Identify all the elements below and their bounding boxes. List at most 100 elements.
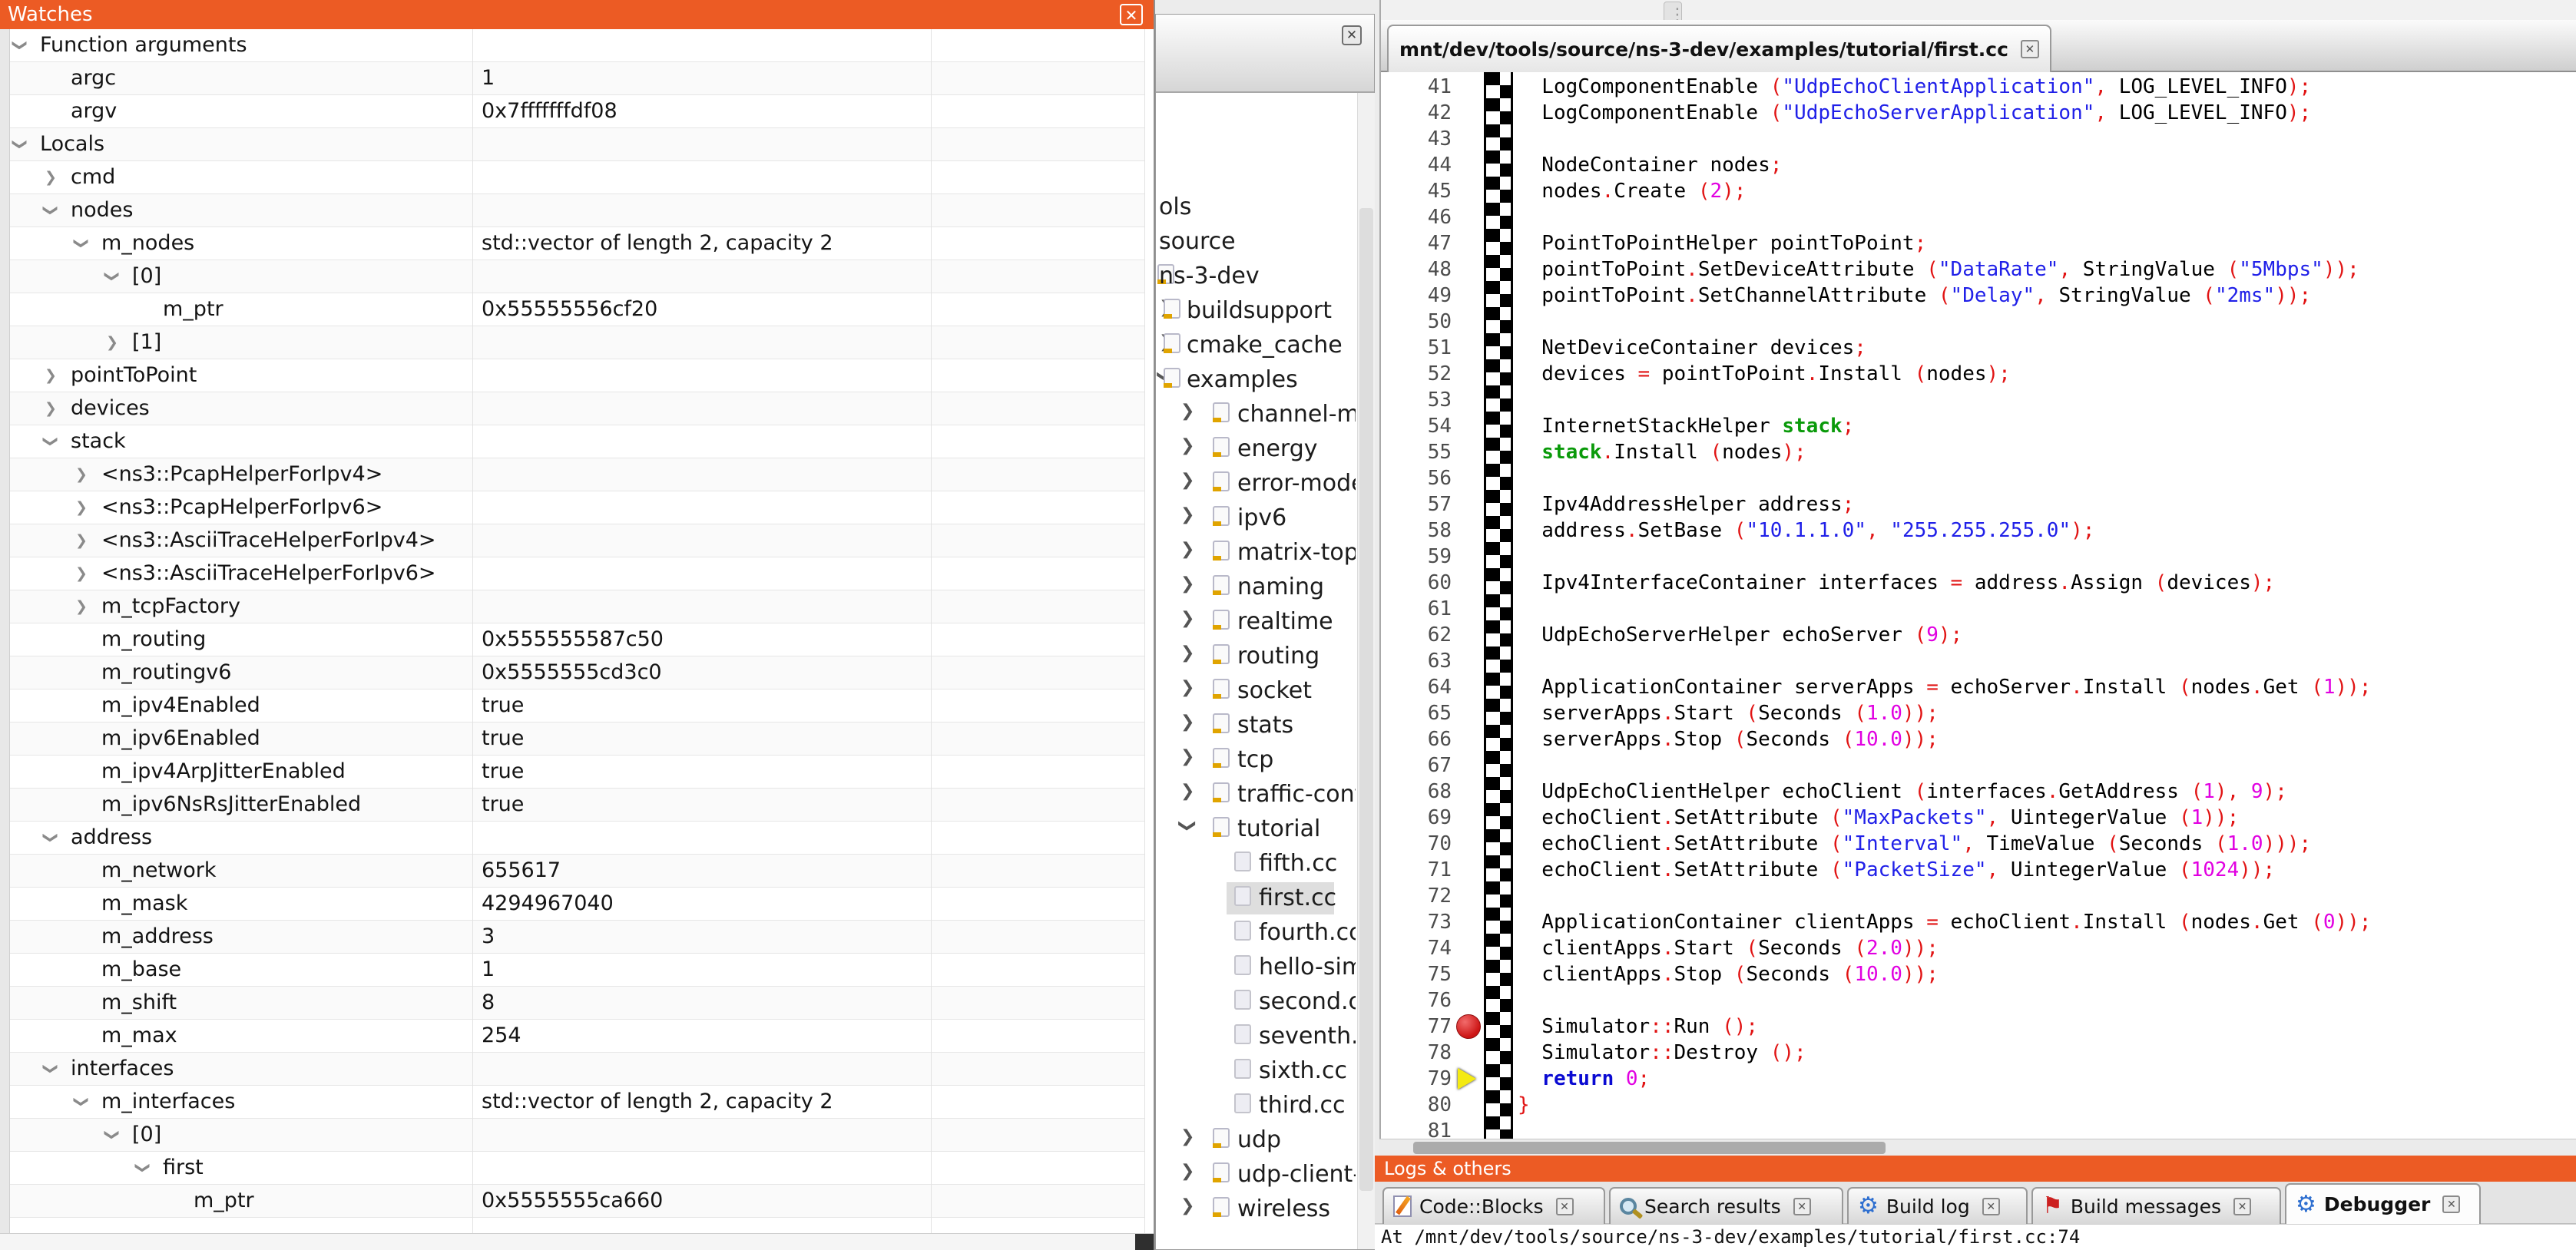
tree-item-ols[interactable]: ols: [1156, 191, 1356, 223]
watch-row[interactable]: ❯m_interfacesstd::vector of length 2, ca…: [9, 1086, 1144, 1119]
tree-item-realtime[interactable]: ❯realtime: [1156, 606, 1356, 638]
watch-row[interactable]: argv0x7fffffffdf08: [9, 95, 1144, 128]
line-number[interactable]: 52: [1381, 361, 1452, 387]
tree-item-cmake-cache[interactable]: ❯cmake_cache: [1156, 329, 1356, 362]
breakpoint-margin[interactable]: [1484, 72, 1513, 1139]
watch-row[interactable]: ❯<ns3::AsciiTraceHelperForIpv6>: [9, 557, 1144, 590]
chevron-collapsed-icon[interactable]: ❯: [1180, 678, 1194, 697]
chevron-expanded-icon[interactable]: ❯: [35, 204, 67, 217]
watches-close-icon[interactable]: ✕: [1120, 4, 1143, 25]
chevron-collapsed-icon[interactable]: ❯: [1180, 782, 1194, 801]
line-number[interactable]: 74: [1381, 935, 1452, 961]
tree-item-udp[interactable]: ❯udp: [1156, 1124, 1356, 1156]
code-line[interactable]: NetDeviceContainer devices;: [1518, 335, 1866, 361]
line-number[interactable]: 51: [1381, 335, 1452, 361]
watch-row[interactable]: m_address3: [9, 921, 1144, 954]
code-line[interactable]: echoClient.SetAttribute ("PacketSize", U…: [1518, 857, 2275, 883]
watch-row[interactable]: m_ipv4ArpJitterEnabledtrue: [9, 756, 1144, 789]
code-line[interactable]: pointToPoint.SetChannelAttribute ("Delay…: [1518, 283, 2311, 309]
line-number[interactable]: 81: [1381, 1118, 1452, 1139]
logs-tab-build-log[interactable]: ⚙Build log✕: [1847, 1187, 2028, 1224]
code-line[interactable]: serverApps.Start (Seconds (1.0));: [1518, 700, 1939, 726]
line-number[interactable]: 79: [1381, 1066, 1452, 1092]
watches-left-scroll-strip[interactable]: [0, 29, 10, 1233]
code-line[interactable]: nodes.Create (2);: [1518, 178, 1746, 204]
code-line[interactable]: devices = pointToPoint.Install (nodes);: [1518, 361, 2011, 387]
line-number[interactable]: 42: [1381, 100, 1452, 126]
tab-close-icon[interactable]: ✕: [1793, 1198, 1811, 1215]
chevron-collapsed-icon[interactable]: ❯: [45, 392, 57, 425]
chevron-collapsed-icon[interactable]: ❯: [1180, 643, 1194, 663]
line-number[interactable]: 69: [1381, 805, 1452, 831]
chevron-collapsed-icon[interactable]: ❯: [1180, 540, 1194, 559]
watch-row[interactable]: ❯[1]: [9, 326, 1144, 359]
tree-item-sixth-cc[interactable]: sixth.cc: [1156, 1055, 1356, 1087]
line-number[interactable]: 48: [1381, 256, 1452, 283]
tree-item-source[interactable]: source: [1156, 226, 1356, 258]
code-line[interactable]: stack.Install (nodes);: [1518, 439, 1806, 465]
tree-item-tutorial[interactable]: ❯tutorial: [1156, 813, 1356, 845]
chevron-expanded-icon[interactable]: ❯: [1178, 818, 1197, 832]
tree-item-socket[interactable]: ❯socket: [1156, 675, 1356, 707]
watch-row[interactable]: m_ipv6NsRsJitterEnabledtrue: [9, 789, 1144, 822]
watch-row[interactable]: ❯m_tcpFactory: [9, 590, 1144, 623]
watch-row[interactable]: m_network655617: [9, 855, 1144, 888]
watch-row[interactable]: ❯interfaces: [9, 1053, 1144, 1086]
chevron-expanded-icon[interactable]: ❯: [96, 1129, 128, 1141]
tree-item-ns-3-dev[interactable]: ns-3-dev: [1156, 260, 1356, 293]
code-line[interactable]: UdpEchoClientHelper echoClient (interfac…: [1518, 779, 2287, 805]
projects-scrollbar-thumb[interactable]: [1359, 208, 1373, 1191]
line-number[interactable]: 68: [1381, 779, 1452, 805]
tree-item-error-model[interactable]: ❯error-model: [1156, 468, 1356, 500]
watches-titlebar[interactable]: Watches: [0, 0, 1154, 29]
tab-close-icon[interactable]: ✕: [1982, 1198, 2000, 1215]
chevron-collapsed-icon[interactable]: ❯: [1180, 713, 1194, 732]
watches-horizontal-scrollbar[interactable]: [0, 1233, 1154, 1250]
line-number[interactable]: 55: [1381, 439, 1452, 465]
line-number[interactable]: 73: [1381, 909, 1452, 935]
watch-row[interactable]: ❯<ns3::AsciiTraceHelperForIpv4>: [9, 524, 1144, 557]
chevron-expanded-icon[interactable]: ❯: [35, 435, 67, 448]
code-line[interactable]: PointToPointHelper pointToPoint;: [1518, 230, 1926, 256]
chevron-collapsed-icon[interactable]: ❯: [1180, 505, 1194, 524]
tree-item-naming[interactable]: ❯naming: [1156, 571, 1356, 604]
watches-scrollbar-thumb[interactable]: [1135, 1234, 1154, 1250]
line-number[interactable]: 47: [1381, 230, 1452, 256]
code-line[interactable]: Ipv4InterfaceContainer interfaces = addr…: [1518, 570, 2275, 596]
tree-item-fifth-cc[interactable]: fifth.cc: [1156, 848, 1356, 880]
watch-row[interactable]: ❯address: [9, 822, 1144, 855]
line-number[interactable]: 80: [1381, 1092, 1452, 1118]
code-line[interactable]: Ipv4AddressHelper address;: [1518, 491, 1854, 518]
watch-row[interactable]: ❯<ns3::PcapHelperForIpv6>: [9, 491, 1144, 524]
watch-row[interactable]: ❯first: [9, 1152, 1144, 1185]
watch-row[interactable]: ❯pointToPoint: [9, 359, 1144, 392]
code-line[interactable]: ApplicationContainer clientApps = echoCl…: [1518, 909, 2371, 935]
code-line[interactable]: echoClient.SetAttribute ("MaxPackets", U…: [1518, 805, 2239, 831]
chevron-collapsed-icon[interactable]: ❯: [1180, 609, 1194, 628]
chevron-collapsed-icon[interactable]: ❯: [1180, 1127, 1194, 1146]
tree-item-first-cc[interactable]: first.cc: [1156, 882, 1356, 914]
watch-row[interactable]: ❯[0]: [9, 1119, 1144, 1152]
tree-item-udp-client-ser[interactable]: ❯udp-client-ser: [1156, 1159, 1356, 1191]
line-number[interactable]: 63: [1381, 648, 1452, 674]
code-line[interactable]: serverApps.Stop (Seconds (10.0));: [1518, 726, 1939, 752]
code-line[interactable]: clientApps.Start (Seconds (2.0));: [1518, 935, 1939, 961]
chevron-collapsed-icon[interactable]: ❯: [75, 557, 88, 590]
chevron-collapsed-icon[interactable]: ❯: [1180, 402, 1194, 421]
line-number[interactable]: 60: [1381, 570, 1452, 596]
line-number[interactable]: 64: [1381, 674, 1452, 700]
watch-row[interactable]: ❯devices: [9, 392, 1144, 425]
code-line[interactable]: InternetStackHelper stack;: [1518, 413, 1854, 439]
watch-row[interactable]: argc1: [9, 62, 1144, 95]
code-line[interactable]: UdpEchoServerHelper echoServer (9);: [1518, 622, 1962, 648]
tab-close-icon[interactable]: ✕: [2442, 1195, 2460, 1213]
line-number[interactable]: 78: [1381, 1040, 1452, 1066]
line-number[interactable]: 72: [1381, 883, 1452, 909]
chevron-collapsed-icon[interactable]: ❯: [75, 590, 88, 623]
tree-item-buildsupport[interactable]: ❯buildsupport: [1156, 295, 1356, 327]
tree-item-hello-simul[interactable]: hello-simul: [1156, 951, 1356, 984]
chevron-collapsed-icon[interactable]: ❯: [45, 359, 57, 392]
logs-tab-build-messages[interactable]: ⚑Build messages✕: [2031, 1187, 2281, 1224]
watch-row[interactable]: m_ptr0x5555555ca660: [9, 1185, 1144, 1218]
line-number[interactable]: 49: [1381, 283, 1452, 309]
